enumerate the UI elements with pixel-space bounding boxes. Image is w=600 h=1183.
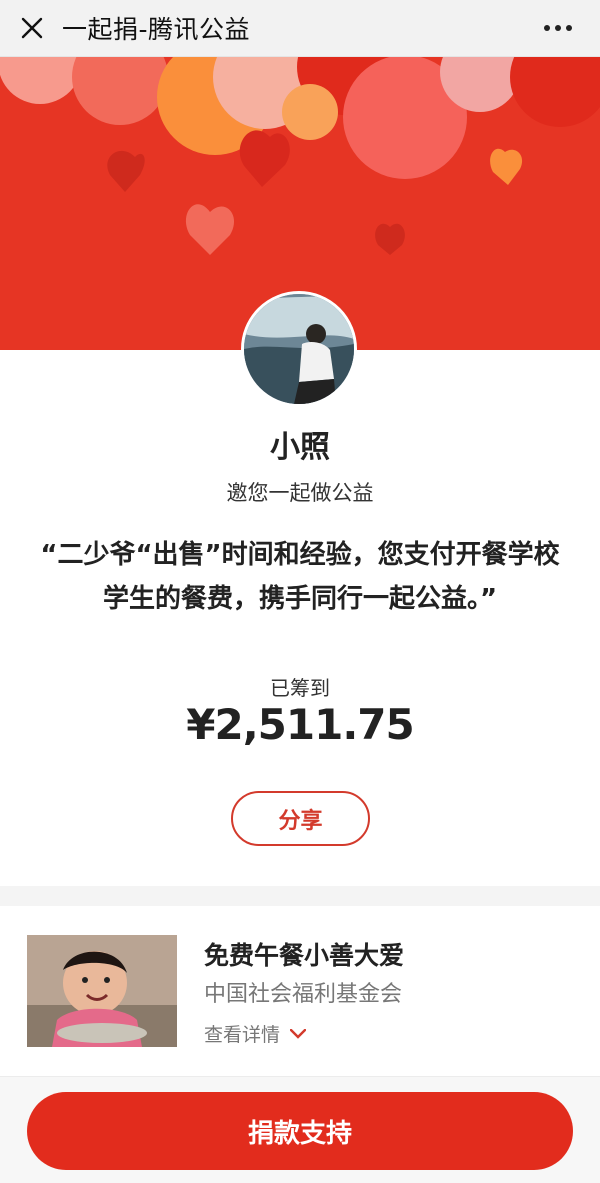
project-quote: “二少爷“出售”时间和经验，您支付开餐学校学生的餐费，携手同行一起公益。” xyxy=(40,540,560,614)
bottom-bar: 捐款支持 xyxy=(0,1076,600,1183)
page-title: 一起捐-腾讯公益 xyxy=(62,15,251,44)
donate-button[interactable]: 捐款支持 xyxy=(27,1092,573,1170)
raised-label: 已筹到 xyxy=(270,676,330,700)
view-details-link[interactable]: 查看详情 xyxy=(204,1020,307,1047)
avatar-photo xyxy=(244,294,354,404)
close-button[interactable] xyxy=(10,6,54,50)
chevron-down-icon xyxy=(290,1028,307,1039)
share-button[interactable]: 分享 xyxy=(231,791,370,846)
view-details-label: 查看详情 xyxy=(204,1024,281,1046)
project-thumbnail xyxy=(27,935,177,1047)
project-organization: 中国社会福利基金会 xyxy=(204,982,403,1007)
more-icon xyxy=(544,25,572,31)
project-photo xyxy=(27,935,177,1047)
invite-text: 邀您一起做公益 xyxy=(226,481,374,505)
top-bar: 一起捐-腾讯公益 xyxy=(0,0,600,57)
project-card[interactable]: 免费午餐小善大爱 中国社会福利基金会 查看详情 xyxy=(0,906,600,1076)
section-divider xyxy=(0,886,600,906)
user-name: 小照 xyxy=(270,430,330,465)
more-button[interactable] xyxy=(536,6,580,50)
raised-amount: ¥2,511.75 xyxy=(186,700,414,749)
close-icon xyxy=(21,17,43,39)
project-title: 免费午餐小善大爱 xyxy=(204,941,405,970)
avatar xyxy=(241,291,357,407)
